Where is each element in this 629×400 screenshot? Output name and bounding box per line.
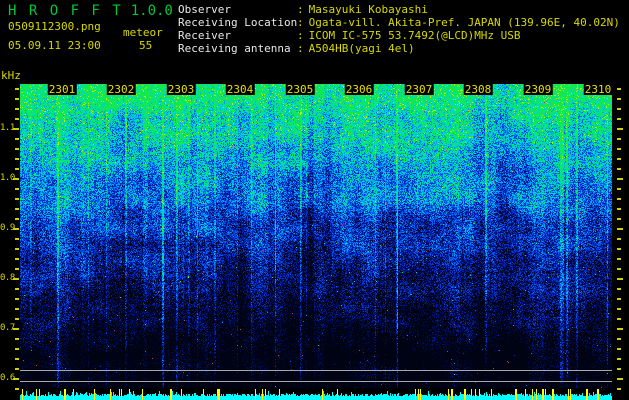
time-label: 2308: [463, 83, 493, 96]
freq-label: 0.7: [0, 323, 15, 333]
info-value: Ogata-vill. Akita-Pref. JAPAN (139.96E, …: [308, 16, 620, 29]
hrofft-window: H R O F F T 1.0.0 0509112300.png meteor 0…: [0, 0, 629, 400]
info-label: Receiving antenna: [178, 42, 291, 55]
info-value: A504HB(yagi 4el): [308, 42, 415, 55]
info-row-location: Receiving Location: Ogata-vill. Akita-Pre…: [178, 16, 620, 29]
time-label: 2307: [404, 83, 434, 96]
app-title-row: H R O F F T 1.0.0: [8, 3, 173, 19]
freq-label: 0.6: [0, 373, 15, 383]
time-label: 2304: [225, 83, 255, 96]
time-label: 2301: [47, 83, 77, 96]
info-label: Observer: [178, 3, 231, 16]
info-value: ICOM IC-575 53.7492(@LCD)MHz USB: [308, 29, 521, 42]
freq-label: 1.0: [0, 173, 15, 183]
station-info: Observer: Masayuki Kobayashi Receiving Lo…: [178, 3, 620, 55]
time-label: 2310: [583, 83, 613, 96]
time-label: 2305: [285, 83, 315, 96]
app-version: 1.0.0: [130, 3, 173, 19]
echo-count: 55: [139, 39, 153, 52]
info-colon: :: [297, 3, 304, 16]
datetime-label: 05.09.11 23:00: [8, 39, 101, 52]
time-label: 2302: [106, 83, 136, 96]
info-colon: :: [297, 16, 304, 29]
freq-label: 0.9: [0, 223, 15, 233]
time-label: 2303: [166, 83, 196, 96]
info-row-observer: Observer: Masayuki Kobayashi: [178, 3, 620, 16]
spectrogram-canvas: [0, 0, 629, 400]
freq-label: 1.1: [0, 123, 15, 133]
info-colon: :: [297, 29, 304, 42]
time-label: 2309: [523, 83, 553, 96]
info-colon: :: [297, 42, 304, 55]
info-label: Receiver: [178, 29, 231, 42]
khz-axis-label: kHz: [1, 69, 21, 82]
freq-label: 0.8: [0, 273, 15, 283]
filename-label: 0509112300.png: [8, 20, 101, 33]
info-value: Masayuki Kobayashi: [308, 3, 428, 16]
info-row-antenna: Receiving antenna: A504HB(yagi 4el): [178, 42, 620, 55]
time-label: 2306: [344, 83, 374, 96]
info-label: Receiving Location: [178, 16, 298, 29]
app-title: H R O F F T: [8, 3, 123, 19]
mode-label: meteor: [123, 26, 163, 39]
info-row-receiver: Receiver: ICOM IC-575 53.7492(@LCD)MHz US…: [178, 29, 620, 42]
